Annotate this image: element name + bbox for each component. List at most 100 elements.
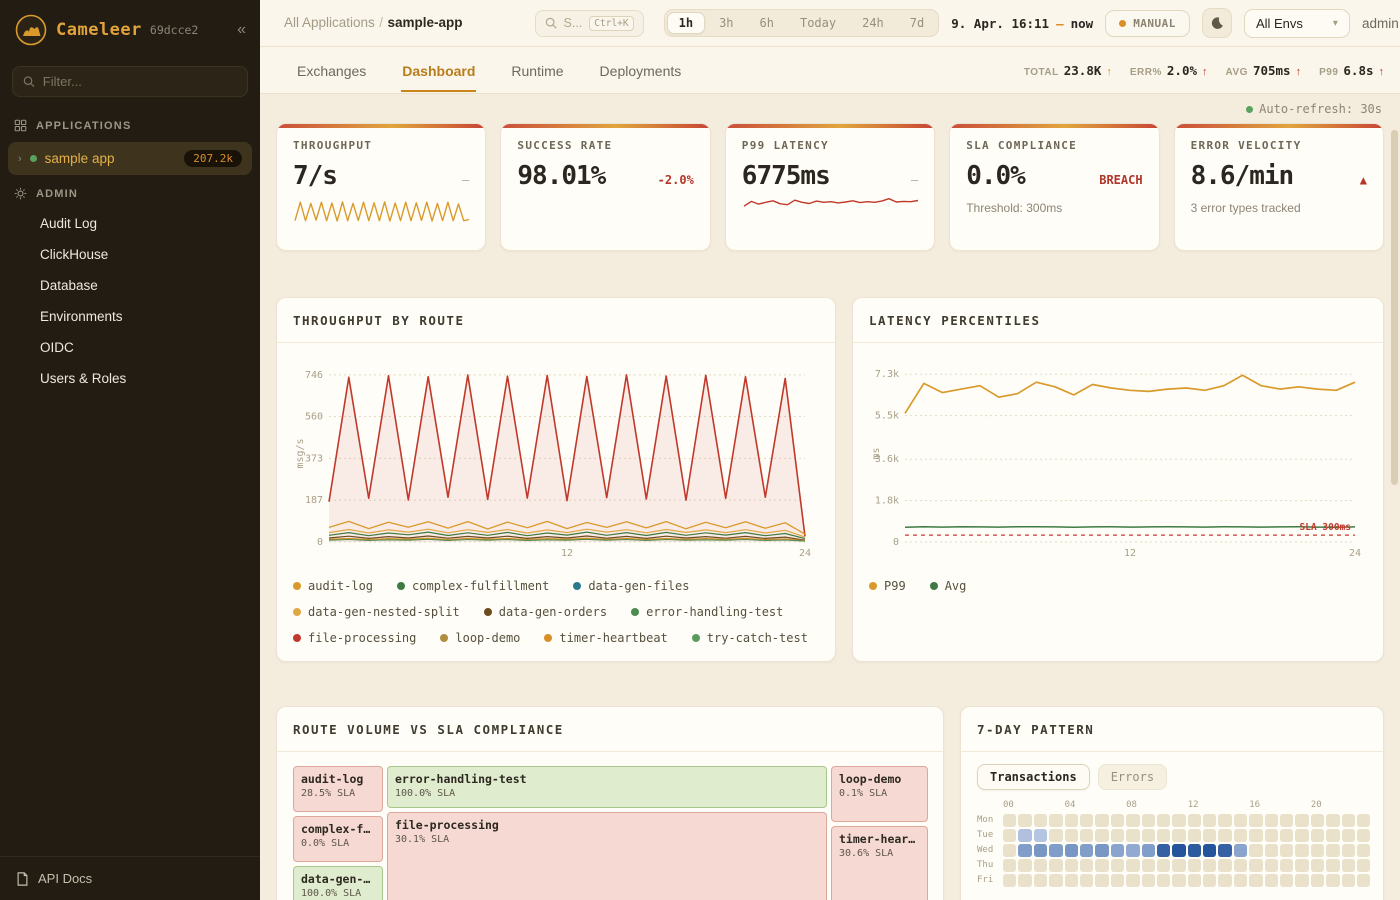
heatmap-cell[interactable]	[1157, 844, 1170, 857]
heatmap-cell[interactable]	[1126, 829, 1139, 842]
heatmap-cell[interactable]	[1203, 814, 1216, 827]
heatmap-cell[interactable]	[1003, 859, 1016, 872]
heatmap-cell[interactable]	[1265, 874, 1278, 887]
heatmap-cell[interactable]	[1265, 844, 1278, 857]
range-3h-button[interactable]: 3h	[707, 12, 745, 34]
heatmap-cell[interactable]	[1172, 859, 1185, 872]
heatmap-cell[interactable]	[1188, 829, 1201, 842]
heatmap-cell[interactable]	[1172, 874, 1185, 887]
heatmap-cell[interactable]	[1249, 859, 1262, 872]
heatmap-cell[interactable]	[1218, 859, 1231, 872]
heatmap-cell[interactable]	[1203, 829, 1216, 842]
heatmap-cell[interactable]	[1280, 874, 1293, 887]
heatmap-cell[interactable]	[1295, 814, 1308, 827]
legend-item-error-handling-test[interactable]: error-handling-test	[631, 605, 783, 619]
heatmap-cell[interactable]	[1018, 829, 1031, 842]
heatmap-cell[interactable]	[1095, 859, 1108, 872]
range-1h-button[interactable]: 1h	[667, 12, 705, 34]
heatmap-cell[interactable]	[1018, 874, 1031, 887]
sidebar-item-users-roles[interactable]: Users & Roles	[0, 363, 260, 394]
heatmap-cell[interactable]	[1295, 829, 1308, 842]
heatmap-cell[interactable]	[1126, 874, 1139, 887]
range-today-button[interactable]: Today	[788, 12, 848, 34]
heatmap-cell[interactable]	[1034, 844, 1047, 857]
heatmap-cell[interactable]	[1234, 859, 1247, 872]
legend-item-complex-fulfillment[interactable]: complex-fulfillment	[397, 579, 549, 593]
treemap-box-timer-heartbeat[interactable]: timer-heartbeat30.6% SLA	[831, 826, 928, 900]
heatmap-cell[interactable]	[1218, 844, 1231, 857]
legend-item-data-gen-orders[interactable]: data-gen-orders	[484, 605, 607, 619]
heatmap-cell[interactable]	[1003, 844, 1016, 857]
treemap-box-loop-demo[interactable]: loop-demo0.1% SLA	[831, 766, 928, 822]
heatmap-cell[interactable]	[1311, 859, 1324, 872]
heatmap-cell[interactable]	[1111, 844, 1124, 857]
legend-item-Avg[interactable]: Avg	[930, 579, 967, 593]
heatmap-cell[interactable]	[1111, 859, 1124, 872]
heatmap-cell[interactable]	[1034, 874, 1047, 887]
heatmap-cell[interactable]	[1357, 874, 1370, 887]
heatmap-cell[interactable]	[1080, 874, 1093, 887]
legend-item-timer-heartbeat[interactable]: timer-heartbeat	[544, 631, 667, 645]
heatmap-cell[interactable]	[1172, 844, 1185, 857]
heatmap-cell[interactable]	[1280, 859, 1293, 872]
treemap-box-error-handling-test[interactable]: error-handling-test100.0% SLA	[387, 766, 827, 808]
heatmap-cell[interactable]	[1157, 874, 1170, 887]
heatmap-cell[interactable]	[1311, 814, 1324, 827]
heatmap-cell[interactable]	[1049, 874, 1062, 887]
heatmap-cell[interactable]	[1188, 844, 1201, 857]
sidebar-filter[interactable]	[12, 66, 248, 97]
tab-runtime[interactable]: Runtime	[510, 49, 564, 92]
heatmap-cell[interactable]	[1249, 814, 1262, 827]
heatmap-cell[interactable]	[1234, 844, 1247, 857]
heatmap-cell[interactable]	[1142, 859, 1155, 872]
heatmap-cell[interactable]	[1080, 844, 1093, 857]
user-name[interactable]: admin	[1362, 16, 1399, 31]
heatmap-cell[interactable]	[1234, 829, 1247, 842]
heatmap-cell[interactable]	[1095, 829, 1108, 842]
heatmap-cell[interactable]	[1326, 859, 1339, 872]
manual-refresh-button[interactable]: MANUAL	[1105, 10, 1190, 37]
breadcrumb-root[interactable]: All Applications	[284, 15, 375, 30]
heatmap-cell[interactable]	[1065, 829, 1078, 842]
heatmap-cell[interactable]	[1111, 814, 1124, 827]
heatmap-cell[interactable]	[1218, 814, 1231, 827]
heatmap-cell[interactable]	[1065, 859, 1078, 872]
heatmap-cell[interactable]	[1342, 829, 1355, 842]
heatmap-cell[interactable]	[1018, 859, 1031, 872]
heatmap-cell[interactable]	[1065, 874, 1078, 887]
range-6h-button[interactable]: 6h	[748, 12, 786, 34]
heatmap-cell[interactable]	[1203, 874, 1216, 887]
toggle-errors[interactable]: Errors	[1098, 764, 1167, 790]
legend-item-P99[interactable]: P99	[869, 579, 906, 593]
heatmap-cell[interactable]	[1065, 844, 1078, 857]
treemap-box-data-gen-files[interactable]: data-gen-files100.0% SLA	[293, 866, 383, 900]
heatmap-cell[interactable]	[1126, 859, 1139, 872]
heatmap-cell[interactable]	[1172, 814, 1185, 827]
heatmap-cell[interactable]	[1003, 829, 1016, 842]
tab-exchanges[interactable]: Exchanges	[296, 49, 367, 92]
heatmap-cell[interactable]	[1003, 814, 1016, 827]
heatmap-cell[interactable]	[1249, 829, 1262, 842]
heatmap-cell[interactable]	[1142, 829, 1155, 842]
heatmap-cell[interactable]	[1142, 814, 1155, 827]
heatmap-cell[interactable]	[1234, 874, 1247, 887]
heatmap-cell[interactable]	[1095, 874, 1108, 887]
heatmap-cell[interactable]	[1342, 844, 1355, 857]
heatmap-cell[interactable]	[1095, 844, 1108, 857]
heatmap-cell[interactable]	[1218, 829, 1231, 842]
legend-item-audit-log[interactable]: audit-log	[293, 579, 373, 593]
heatmap-cell[interactable]	[1311, 844, 1324, 857]
tab-deployments[interactable]: Deployments	[599, 49, 683, 92]
date-range[interactable]: 9. Apr. 16:11 — now	[951, 16, 1093, 31]
heatmap-cell[interactable]	[1188, 814, 1201, 827]
heatmap-cell[interactable]	[1034, 829, 1047, 842]
heatmap-cell[interactable]	[1357, 814, 1370, 827]
heatmap-cell[interactable]	[1342, 814, 1355, 827]
heatmap-cell[interactable]	[1311, 874, 1324, 887]
heatmap-cell[interactable]	[1157, 814, 1170, 827]
heatmap-cell[interactable]	[1142, 874, 1155, 887]
heatmap-cell[interactable]	[1295, 859, 1308, 872]
heatmap-cell[interactable]	[1034, 814, 1047, 827]
sidebar-item-audit-log[interactable]: Audit Log	[0, 208, 260, 239]
heatmap-cell[interactable]	[1080, 859, 1093, 872]
